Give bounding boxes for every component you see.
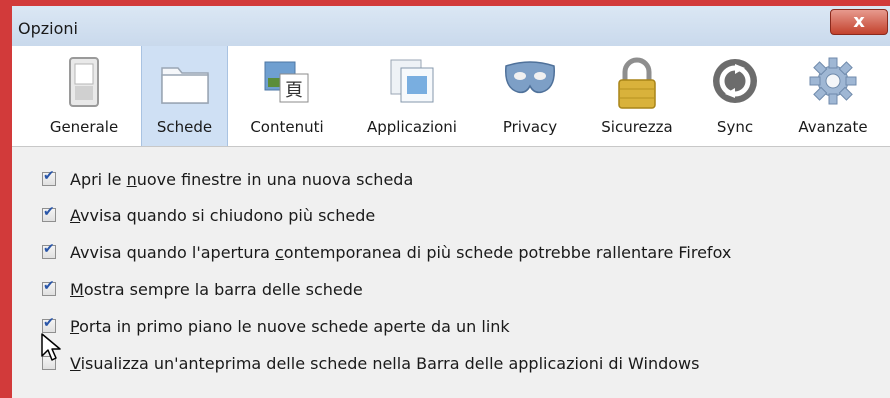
option-label: Visualizza un'anteprima delle schede nel… [70, 353, 700, 373]
svg-text:頁: 頁 [285, 80, 303, 101]
tab-applicazioni[interactable]: Applicazioni [352, 46, 472, 146]
checkbox[interactable] [42, 204, 56, 222]
option-label: Avvisa quando l'apertura contemporanea d… [70, 242, 732, 262]
tab-schede[interactable]: Schede [141, 46, 228, 146]
tab-contenuti[interactable]: 頁 Contenuti [242, 46, 332, 146]
tab-label: Contenuti [250, 118, 324, 136]
switch-icon [69, 57, 99, 107]
option-focus-new-tabs-from-link[interactable]: Porta in primo piano le nuove schede ape… [42, 314, 510, 338]
tab-label: Avanzate [798, 118, 868, 136]
close-button[interactable]: x [830, 9, 888, 35]
mask-icon [505, 61, 555, 94]
folder-tabs-icon [160, 67, 209, 104]
window-frame-left [0, 0, 12, 398]
checkbox[interactable] [42, 168, 56, 186]
tab-label: Privacy [502, 118, 558, 136]
tab-label: Sicurezza [601, 118, 673, 136]
tabs-settings-panel: Apri le nuove finestre in una nuova sche… [12, 147, 890, 398]
tab-label: Applicazioni [367, 118, 457, 136]
tab-label: Sync [716, 118, 754, 136]
checkbox[interactable] [42, 315, 56, 333]
window-title: Opzioni [18, 19, 78, 38]
option-open-new-windows-in-tab[interactable]: Apri le nuove finestre in una nuova sche… [42, 167, 413, 191]
tab-label: Schede [156, 118, 213, 136]
option-label: Porta in primo piano le nuove schede ape… [70, 316, 510, 336]
option-always-show-tab-bar[interactable]: Mostra sempre la barra delle schede [42, 277, 363, 301]
applications-icon [390, 59, 434, 103]
tab-avanzate[interactable]: Avanzate [786, 46, 880, 146]
option-label: Avvisa quando si chiudono più schede [70, 205, 376, 225]
options-window: Opzioni x Generale Schede 頁 Contenuti Ap… [0, 0, 890, 398]
mouse-pointer-icon [41, 333, 61, 361]
title-bar[interactable]: Opzioni x [12, 6, 890, 47]
tab-generale[interactable]: Generale [42, 46, 126, 146]
option-warn-closing-tabs[interactable]: Avvisa quando si chiudono più schede [42, 203, 375, 227]
option-warn-slow-opening[interactable]: Avvisa quando l'apertura contemporanea d… [42, 240, 731, 264]
content-icon: 頁 [264, 61, 309, 103]
checkbox[interactable] [42, 241, 56, 259]
gear-icon [809, 57, 857, 105]
sync-icon [713, 59, 757, 103]
tab-sicurezza[interactable]: Sicurezza [588, 46, 686, 146]
tab-label: Generale [49, 118, 119, 136]
option-label: Apri le nuove finestre in una nuova sche… [70, 169, 414, 189]
option-taskbar-tab-previews[interactable]: Visualizza un'anteprima delle schede nel… [42, 351, 699, 375]
options-toolbar: Generale Schede 頁 Contenuti Applicazioni… [12, 46, 890, 147]
tab-privacy[interactable]: Privacy [490, 46, 570, 146]
option-label: Mostra sempre la barra delle schede [70, 279, 363, 299]
tab-sync[interactable]: Sync [700, 46, 770, 146]
checkbox[interactable] [42, 278, 56, 296]
lock-icon [618, 57, 656, 109]
